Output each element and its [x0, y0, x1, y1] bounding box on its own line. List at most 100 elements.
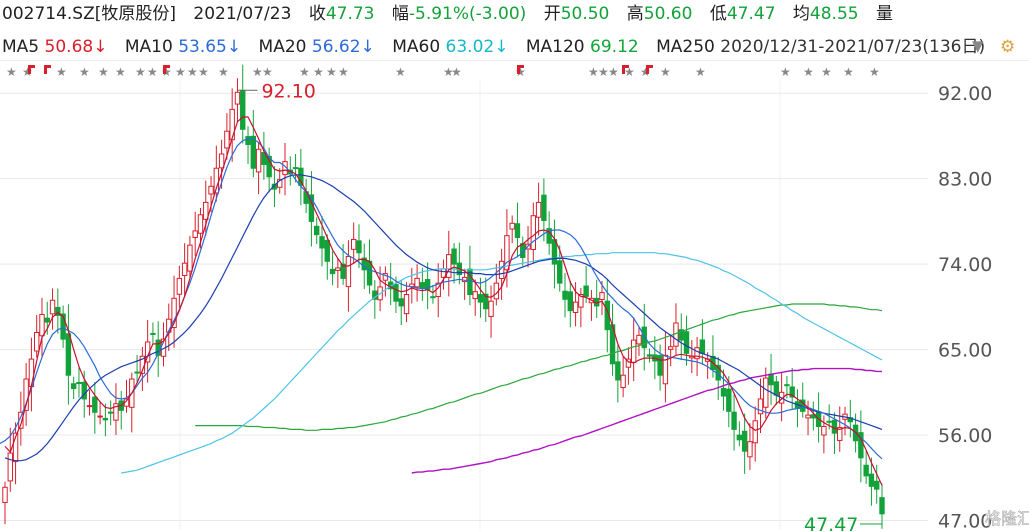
candle-down	[657, 355, 663, 376]
signal-star-icon: ★	[262, 65, 273, 79]
candle-up	[472, 291, 478, 300]
candle-up	[805, 414, 811, 419]
candle-down	[736, 434, 743, 441]
y-tick-label: 83.00	[938, 169, 992, 191]
candle-up	[572, 301, 579, 313]
candle-down	[292, 167, 299, 170]
signal-star-icon: ★	[338, 65, 349, 79]
candle-down	[245, 136, 251, 146]
candle-up	[630, 339, 637, 363]
candle-down	[541, 194, 547, 221]
candle-down	[726, 388, 732, 412]
candle-up	[255, 148, 262, 173]
candle-up	[350, 238, 357, 250]
candle-down	[92, 396, 98, 413]
candle-up	[446, 254, 452, 278]
candle-up	[821, 426, 827, 436]
ma120-label: MA120	[525, 37, 585, 57]
candle-down	[329, 268, 336, 275]
candle-down	[831, 419, 838, 434]
dropdown-icon[interactable]: ▼	[972, 37, 984, 55]
signal-star-icon: ★	[218, 65, 229, 79]
ma10-label: MA10	[124, 37, 173, 57]
candle-up	[208, 185, 214, 195]
signal-star-icon: ★	[821, 65, 832, 79]
candle-up	[203, 201, 209, 220]
candle-up	[345, 256, 352, 288]
kline-chart[interactable]: ★ ★ ★ ★ ★ ★ ★ ★ ★ ★ ★ ★ ★ ★ ★ ★ ★ ★ ★ ★ ★★ ★ ★ ★ ★ ★ ★ ★ ★ ★ ★ ★ ★ ★92.00…	[0, 60, 1029, 532]
candle-up	[488, 300, 494, 317]
candle-up	[39, 313, 45, 337]
ma120-line	[195, 303, 883, 431]
candle-up	[197, 214, 204, 234]
ma5-label: MA5	[2, 37, 40, 57]
candle-up	[667, 346, 674, 350]
candle-down	[826, 420, 832, 423]
signal-star-icon: ★	[56, 65, 67, 79]
candle-up	[535, 201, 542, 218]
high-value: 50.60	[643, 4, 693, 24]
candle-down	[615, 361, 621, 381]
low-label: 低	[709, 4, 727, 24]
candle-down	[398, 298, 404, 307]
candle-down	[514, 223, 521, 239]
open-value: 50.50	[560, 4, 610, 24]
candle-up	[86, 405, 93, 408]
y-tick-label: 74.00	[938, 254, 992, 276]
candle-down	[683, 331, 690, 354]
candle-up	[599, 292, 605, 300]
close-label: 收	[308, 4, 326, 24]
candle-up	[49, 299, 56, 315]
settings-icon[interactable]: ⚙	[1000, 37, 1015, 57]
candle-up	[218, 153, 225, 169]
signal-star-icon: ★	[98, 65, 109, 79]
ma10-line	[0, 138, 883, 460]
candle-down	[44, 317, 50, 323]
avg-value: 48.55	[809, 4, 859, 24]
signal-star-icon: ★	[326, 65, 337, 79]
candle-down	[699, 339, 706, 354]
watermark-text: 格隆汇	[985, 509, 1029, 528]
candle-down	[773, 381, 780, 396]
candle-up	[187, 244, 193, 272]
candle-down	[720, 387, 727, 397]
candle-down	[451, 248, 457, 265]
candle-up	[403, 294, 410, 315]
candle-up	[509, 222, 515, 230]
candle-up	[530, 215, 537, 250]
signal-star-icon: ★	[780, 65, 791, 79]
candle-up	[414, 277, 420, 288]
candle-down	[646, 354, 653, 357]
candle-up	[752, 420, 758, 444]
avg-label: 均	[792, 4, 810, 24]
candle-down	[557, 260, 563, 284]
signal-star-icon: ★	[299, 65, 310, 79]
signal-star-icon: ★	[198, 65, 209, 79]
signal-star-icon: ★	[608, 65, 619, 79]
ma60-label: MA60	[392, 37, 441, 57]
candle-down	[65, 333, 72, 376]
signal-star-icon: ★	[803, 65, 814, 79]
quote-header: 002714.SZ[牧原股份] 2021/07/23 收47.73 幅-5.91…	[2, 4, 893, 24]
change-value: -5.91%(-3.00)	[408, 4, 527, 24]
signal-star-icon: ★	[6, 65, 17, 79]
ma20-value: 56.62↓	[311, 37, 375, 57]
candle-up	[234, 91, 241, 105]
candle-down	[319, 236, 325, 249]
close-value: 47.73	[325, 4, 375, 24]
ma-legend: MA5 50.68↓ MA10 53.65↓ MA20 56.62↓ MA60 …	[2, 37, 985, 57]
candle-up	[97, 415, 103, 418]
high-label: 高	[626, 4, 644, 24]
candle-up	[636, 334, 642, 345]
candle-up	[181, 262, 188, 277]
candle-down	[879, 497, 885, 515]
ma5-value: 50.68↓	[44, 37, 108, 57]
signal-star-icon: ★	[135, 65, 146, 79]
candle-down	[768, 373, 774, 386]
date-range: 2020/12/31-2021/07/23(136日)	[720, 37, 986, 57]
candle-up	[33, 332, 40, 352]
open-label: 开	[543, 4, 561, 24]
signal-star-icon: ★	[843, 65, 854, 79]
candle-down	[430, 296, 436, 299]
candle-down	[731, 411, 737, 430]
